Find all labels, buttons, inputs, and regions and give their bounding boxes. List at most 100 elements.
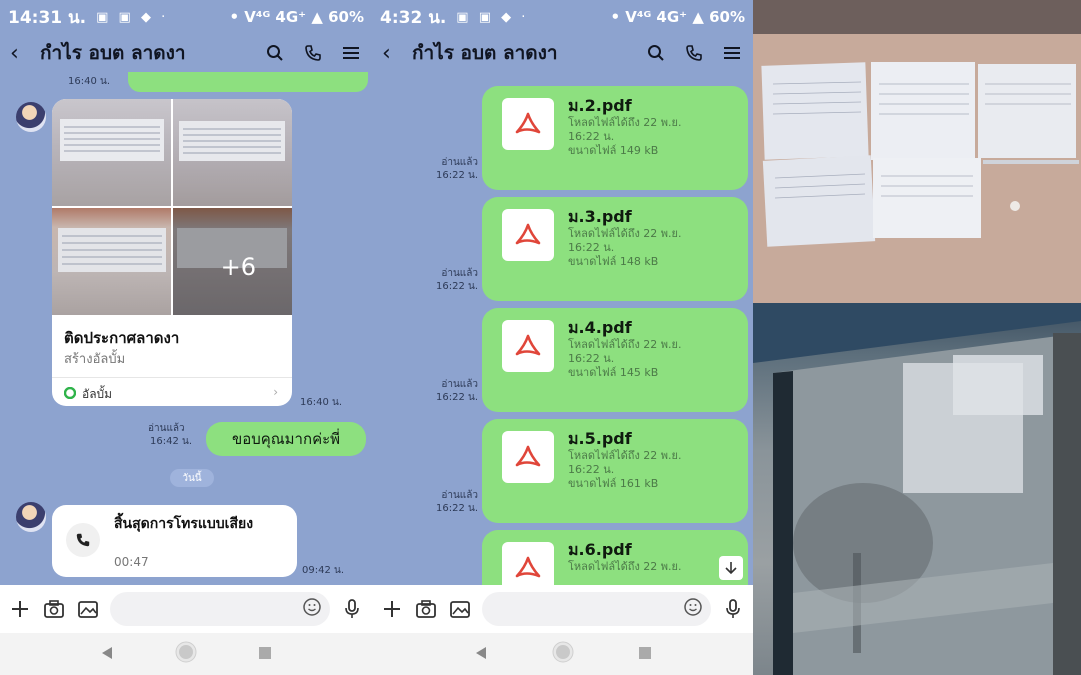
album-photo[interactable] xyxy=(52,208,171,315)
search-icon[interactable] xyxy=(264,42,286,64)
menu-icon[interactable] xyxy=(721,42,743,64)
pdf-icon xyxy=(502,209,554,261)
message-input[interactable] xyxy=(110,592,330,626)
back-nav-icon[interactable] xyxy=(100,645,114,664)
status-bar: 4:32 น. ▣ ▣ ◆ · • V⁴ᴳ 4G⁺ ▲ 60% xyxy=(372,0,753,34)
read-receipt: อ่านแล้ว xyxy=(441,157,478,168)
message-time: 16:22 น. xyxy=(435,392,478,403)
home-nav-icon[interactable] xyxy=(551,640,575,668)
message-input[interactable] xyxy=(482,592,711,626)
file-time: 16:22 น. xyxy=(568,352,615,365)
chat-area[interactable]: 16:40 น. +6 ติดประกาศลาดงา สร้างอัลบั้ม xyxy=(0,72,372,585)
album-photo-grid[interactable] xyxy=(52,99,292,315)
call-title: สิ้นสุดการโทรแบบเสียง xyxy=(114,516,254,532)
file-expiry: โหลดไฟล์ได้ถึง 22 พ.ย. xyxy=(568,227,682,240)
left-chat-screen: 14:31 น. ▣ ▣ ◆ · • V⁴ᴳ 4G⁺ ▲ 60% ‹ กำไร … xyxy=(0,0,372,675)
scroll-down-button[interactable] xyxy=(719,556,743,580)
message-bubble[interactable]: ขอบคุณมากค่ะพี่ xyxy=(206,422,366,456)
file-time: 16:22 น. xyxy=(568,241,615,254)
notification-icons: ▣ ▣ ◆ · xyxy=(96,9,169,25)
phone-icon xyxy=(66,523,100,557)
read-receipt: อ่านแล้ว xyxy=(441,379,478,390)
menu-icon[interactable] xyxy=(340,42,362,64)
plus-icon[interactable] xyxy=(380,597,404,621)
message-text: ขอบคุณมากค่ะพี่ xyxy=(231,430,341,448)
phone-icon[interactable] xyxy=(302,42,324,64)
camera-icon[interactable] xyxy=(42,597,66,621)
back-button[interactable]: ‹ xyxy=(382,41,404,66)
more-photos-count[interactable]: +6 xyxy=(221,253,256,281)
pdf-icon xyxy=(502,98,554,150)
message-bubble xyxy=(128,72,368,92)
album-photo[interactable] xyxy=(173,99,292,206)
album-footer-label: อัลบั้ม xyxy=(82,387,113,401)
status-system: • V⁴ᴳ 4G⁺ ▲ 60% xyxy=(610,8,745,26)
file-expiry: โหลดไฟล์ได้ถึง 22 พ.ย. xyxy=(568,116,682,129)
image-icon[interactable] xyxy=(76,597,100,621)
date-separator: วันนี้ xyxy=(170,469,214,487)
message-time: 16:22 น. xyxy=(435,281,478,292)
right-chat-screen: 4:32 น. ▣ ▣ ◆ · • V⁴ᴳ 4G⁺ ▲ 60% ‹ กำไร อ… xyxy=(372,0,753,675)
file-size: ขนาดไฟล์ 161 kB xyxy=(568,477,659,490)
mic-icon[interactable] xyxy=(340,597,364,621)
photo-notice-board xyxy=(753,0,1081,303)
status-time: 4:32 น. xyxy=(380,7,447,28)
file-expiry: โหลดไฟล์ได้ถึง 22 พ.ย. xyxy=(568,338,682,351)
file-time: 16:22 น. xyxy=(568,463,615,476)
file-size: ขนาดไฟล์ 145 kB xyxy=(568,366,659,379)
chevron-right-icon: › xyxy=(273,385,278,399)
date-label: วันนี้ xyxy=(182,472,202,484)
file-expiry: โหลดไฟล์ได้ถึง 22 พ.ย. xyxy=(568,560,682,573)
plus-icon[interactable] xyxy=(8,597,32,621)
album-photo[interactable] xyxy=(52,99,171,206)
android-nav-bar xyxy=(0,633,372,675)
call-card[interactable]: สิ้นสุดการโทรแบบเสียง 00:47 xyxy=(52,505,297,577)
status-bar: 14:31 น. ▣ ▣ ◆ · • V⁴ᴳ 4G⁺ ▲ 60% xyxy=(0,0,372,34)
file-message[interactable]: ม.2.pdf โหลดไฟล์ได้ถึง 22 พ.ย. 16:22 น. … xyxy=(482,86,748,190)
avatar[interactable] xyxy=(16,502,46,532)
chat-area[interactable]: ม.2.pdf โหลดไฟล์ได้ถึง 22 พ.ย. 16:22 น. … xyxy=(372,72,753,585)
home-nav-icon[interactable] xyxy=(174,640,198,668)
file-message[interactable]: ม.3.pdf โหลดไฟล์ได้ถึง 22 พ.ย. 16:22 น. … xyxy=(482,197,748,301)
file-message[interactable]: ม.4.pdf โหลดไฟล์ได้ถึง 22 พ.ย. 16:22 น. … xyxy=(482,308,748,412)
chat-header: ‹ กำไร อบต ลาดงา xyxy=(0,34,372,72)
message-time: 16:40 น. xyxy=(68,76,111,87)
phone-icon[interactable] xyxy=(683,42,705,64)
avatar[interactable] xyxy=(16,102,46,132)
file-expiry: โหลดไฟล์ได้ถึง 22 พ.ย. xyxy=(568,449,682,462)
message-time: 16:22 น. xyxy=(435,170,478,181)
pdf-icon xyxy=(502,320,554,372)
album-title: ติดประกาศลาดงา xyxy=(64,329,180,347)
back-button[interactable]: ‹ xyxy=(10,41,32,66)
divider xyxy=(52,377,292,378)
image-icon[interactable] xyxy=(448,597,472,621)
file-size: ขนาดไฟล์ 149 kB xyxy=(568,144,659,157)
message-time: 16:40 น. xyxy=(300,397,343,408)
album-footer[interactable]: อัลบั้ม xyxy=(63,385,113,404)
file-message[interactable]: ม.6.pdf โหลดไฟล์ได้ถึง 22 พ.ย. xyxy=(482,530,748,585)
recents-nav-icon[interactable] xyxy=(638,645,652,664)
mic-icon[interactable] xyxy=(721,597,745,621)
back-nav-icon[interactable] xyxy=(474,645,488,664)
album-subtitle: สร้างอัลบั้ม xyxy=(64,352,126,367)
emoji-icon[interactable] xyxy=(683,597,703,621)
file-size: ขนาดไฟล์ 148 kB xyxy=(568,255,659,268)
pdf-icon xyxy=(502,542,554,585)
photo-notice-cabinet xyxy=(753,303,1081,675)
recents-nav-icon[interactable] xyxy=(258,645,272,664)
album-card[interactable]: +6 ติดประกาศลาดงา สร้างอัลบั้ม อัลบั้ม › xyxy=(52,99,292,406)
status-system: • V⁴ᴳ 4G⁺ ▲ 60% xyxy=(229,8,364,26)
message-composer xyxy=(0,585,372,633)
message-composer xyxy=(372,585,753,633)
android-nav-bar xyxy=(372,633,753,675)
message-time: 09:42 น. xyxy=(302,565,345,576)
search-icon[interactable] xyxy=(645,42,667,64)
call-duration: 00:47 xyxy=(114,555,149,569)
emoji-icon[interactable] xyxy=(302,597,322,621)
read-receipt: อ่านแล้ว xyxy=(441,268,478,279)
status-time: 14:31 น. xyxy=(8,7,87,28)
camera-icon[interactable] xyxy=(414,597,438,621)
file-message[interactable]: ม.5.pdf โหลดไฟล์ได้ถึง 22 พ.ย. 16:22 น. … xyxy=(482,419,748,523)
album-icon xyxy=(63,386,77,402)
file-time: 16:22 น. xyxy=(568,130,615,143)
